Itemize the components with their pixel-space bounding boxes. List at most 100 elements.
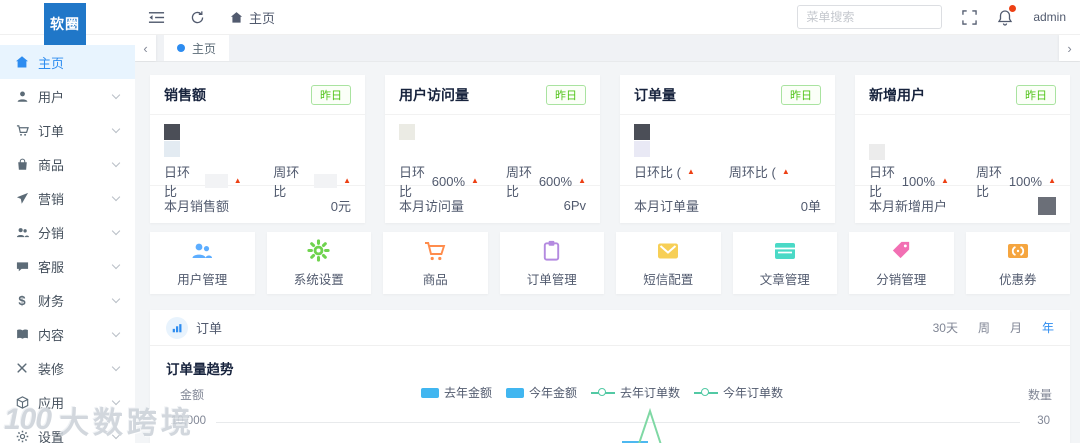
shortcut-distribution-management[interactable]: 分销管理 xyxy=(849,232,954,294)
day-ratio-label: 日环比 xyxy=(164,165,191,199)
card-title: 订单量 xyxy=(634,86,676,103)
user-menu[interactable]: admin xyxy=(1033,10,1066,24)
footer-value: 0元 xyxy=(330,199,351,214)
shortcut-label: 分销管理 xyxy=(876,272,927,287)
sidebar: 主页 用户 订单 商品 营销 分销 客服 $ 财务 内容 装修 应用 设置 xyxy=(0,35,135,443)
article-icon xyxy=(773,239,797,263)
tab-home[interactable]: 主页 xyxy=(164,35,230,61)
sidebar-item-home[interactable]: 主页 xyxy=(0,45,135,79)
yesterday-badge: 昨日 xyxy=(1016,84,1056,105)
up-triangle-icon: ▲ xyxy=(781,166,790,176)
gear-icon xyxy=(15,429,29,443)
filter-30days[interactable]: 30天 xyxy=(933,319,958,336)
sidebar-item-label: 分销 xyxy=(38,225,65,241)
chevron-down-icon xyxy=(111,90,121,99)
shortcut-products[interactable]: 商品 xyxy=(383,232,488,294)
tabs-scroll-left-icon[interactable]: ‹ xyxy=(135,35,156,61)
sidebar-item-label: 设置 xyxy=(38,429,65,443)
yesterday-badge: 昨日 xyxy=(546,84,586,105)
week-ratio-label: 周环比 xyxy=(976,165,1003,199)
sidebar-item-finance[interactable]: $ 财务 xyxy=(0,283,135,317)
orders-line-series xyxy=(638,407,662,443)
sidebar-item-users[interactable]: 用户 xyxy=(0,79,135,113)
card-title: 新增用户 xyxy=(869,86,925,103)
sidebar-item-distribution[interactable]: 分销 xyxy=(0,215,135,249)
users-icon xyxy=(190,239,214,263)
coupon-icon xyxy=(1006,239,1030,263)
chart-plot-area: 10,000 30 8,000 25 xyxy=(166,406,1054,443)
legend-line-swatch xyxy=(591,388,616,398)
time-filters: 30天 周 月 年 xyxy=(933,319,1054,336)
sidebar-item-apps[interactable]: 应用 xyxy=(0,385,135,419)
sidebar-item-label: 营销 xyxy=(38,191,65,207)
sidebar-item-label: 订单 xyxy=(38,123,65,139)
footer-label: 本月订单量 xyxy=(634,199,700,214)
shortcuts-row: 用户管理 系统设置 商品 订单管理 短信配置 文章管理 分销管理 优惠券 xyxy=(150,232,1070,294)
sidebar-item-decoration[interactable]: 装修 xyxy=(0,351,135,385)
sidebar-item-settings[interactable]: 设置 xyxy=(0,419,135,443)
search-input[interactable] xyxy=(797,5,943,29)
order-chart-panel: 订单 30天 周 月 年 订单量趋势 金额 去年金额 今年金额 去年订单数 今年… xyxy=(150,310,1070,443)
mail-icon xyxy=(656,239,680,263)
chevron-down-icon xyxy=(111,124,121,133)
legend-this-year-amount[interactable]: 今年金额 xyxy=(506,384,577,401)
filter-week[interactable]: 周 xyxy=(978,319,990,336)
sidebar-item-products[interactable]: 商品 xyxy=(0,147,135,181)
value-placeholder xyxy=(399,124,586,160)
chevron-down-icon xyxy=(111,396,121,405)
footer-value: 6Pv xyxy=(563,198,586,213)
shortcut-order-management[interactable]: 订单管理 xyxy=(499,232,604,294)
up-triangle-icon: ▲ xyxy=(471,176,479,185)
send-icon xyxy=(15,191,29,205)
filter-month[interactable]: 月 xyxy=(1010,319,1022,336)
left-axis-label: 金额 xyxy=(180,388,205,402)
shortcut-article-management[interactable]: 文章管理 xyxy=(732,232,837,294)
breadcrumb[interactable]: 主页 xyxy=(230,8,275,27)
refresh-icon[interactable] xyxy=(190,10,205,25)
shortcut-label: 系统设置 xyxy=(293,272,344,287)
shortcut-sms-config[interactable]: 短信配置 xyxy=(616,232,721,294)
tab-bar: ‹ 主页 › xyxy=(135,35,1080,62)
day-ratio-label: 日环比 xyxy=(399,165,426,199)
filter-year[interactable]: 年 xyxy=(1042,319,1054,336)
chevron-down-icon xyxy=(111,328,121,337)
shortcut-user-management[interactable]: 用户管理 xyxy=(150,232,255,294)
value-placeholder xyxy=(634,124,821,160)
sidebar-item-label: 应用 xyxy=(38,395,65,411)
user-icon xyxy=(15,89,29,103)
tabs-scroll-right-icon[interactable]: › xyxy=(1059,35,1080,61)
up-triangle-icon: ▲ xyxy=(1048,176,1056,185)
up-triangle-icon: ▲ xyxy=(941,176,949,185)
sidebar-item-label: 客服 xyxy=(38,259,65,275)
legend-last-year-amount[interactable]: 去年金额 xyxy=(421,384,492,401)
footer-label: 本月访问量 xyxy=(399,199,465,214)
chart-title: 订单量趋势 xyxy=(166,362,234,377)
notifications-bell-icon[interactable] xyxy=(997,4,1017,26)
up-triangle-icon: ▲ xyxy=(686,166,695,176)
chat-icon xyxy=(15,259,29,273)
sidebar-item-label: 装修 xyxy=(38,361,65,377)
shortcut-system-settings[interactable]: 系统设置 xyxy=(266,232,371,294)
up-triangle-icon: ▲ xyxy=(343,176,351,185)
legend-last-year-orders[interactable]: 去年订单数 xyxy=(591,384,680,401)
clipboard-icon xyxy=(540,239,564,263)
yesterday-badge: 昨日 xyxy=(311,84,351,105)
legend-bar-swatch xyxy=(421,387,439,398)
shortcut-coupons[interactable]: 优惠券 xyxy=(965,232,1070,294)
fullscreen-icon[interactable] xyxy=(962,9,978,25)
home-icon xyxy=(15,55,29,69)
sidebar-item-marketing[interactable]: 营销 xyxy=(0,181,135,215)
yesterday-badge: 昨日 xyxy=(781,84,821,105)
tag-icon xyxy=(889,239,913,263)
legend-this-year-orders[interactable]: 今年订单数 xyxy=(694,384,783,401)
day-ratio-value: 600% xyxy=(431,173,466,189)
dollar-icon: $ xyxy=(18,292,26,308)
sidebar-item-orders[interactable]: 订单 xyxy=(0,113,135,147)
chevron-down-icon xyxy=(111,430,121,439)
right-axis-label: 数量 xyxy=(1027,388,1052,402)
sidebar-item-service[interactable]: 客服 xyxy=(0,249,135,283)
collapse-sidebar-icon[interactable] xyxy=(148,10,165,25)
sidebar-item-content[interactable]: 内容 xyxy=(0,317,135,351)
stat-card-new-users: 新增用户 昨日 日环比 100% ▲ 周环比 100% ▲ 本月新增用户 xyxy=(855,75,1070,223)
stat-card-sales: 销售额 昨日 日环比 ▲ 周环比 ▲ 本月销售额 0元 xyxy=(150,75,365,223)
